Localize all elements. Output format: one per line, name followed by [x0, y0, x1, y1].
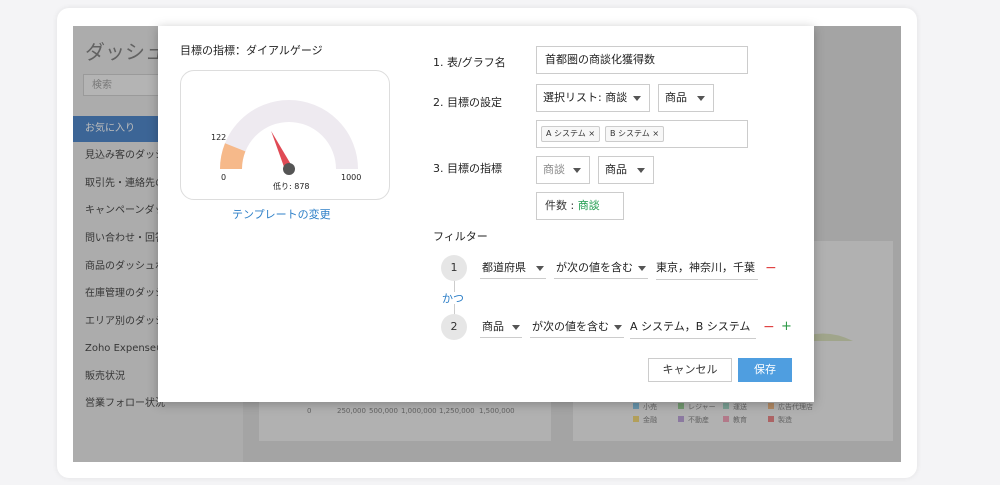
chart-name-input[interactable]: 首都圏の商談化獲得数 — [536, 46, 748, 74]
filter-row-index: 2 — [441, 314, 467, 340]
save-button[interactable]: 保存 — [738, 358, 792, 382]
add-filter-icon[interactable]: + — [781, 320, 792, 334]
gauge-max-label: 1000 — [341, 173, 362, 182]
indicator-label: 3. 目標の指標 — [433, 162, 502, 175]
tag-chip[interactable]: A システム × — [541, 126, 601, 142]
filter-value-input[interactable]: 東京，神奈川，千葉 — [656, 257, 758, 280]
tag-label: B システム — [610, 129, 650, 138]
target-picklist-value: 選択リスト: 商談 — [543, 91, 628, 104]
remove-filter-icon[interactable]: − — [763, 320, 775, 334]
target-field-value: 商品 — [665, 91, 687, 104]
cancel-button[interactable]: キャンセル — [648, 358, 732, 382]
gauge-title: 目標の指標：ダイアルゲージ — [180, 44, 323, 57]
filter-operator-value: が次の値を含む — [532, 320, 609, 333]
indicator-module-dropdown[interactable]: 商談 — [536, 156, 590, 184]
count-value: 商談 — [577, 199, 600, 212]
gauge-hub — [283, 163, 295, 175]
chart-name-label: 1. 表/グラフ名 — [433, 56, 506, 69]
filter-field-dropdown[interactable]: 商品 — [480, 316, 522, 338]
filter-operator-dropdown[interactable]: が次の値を含む — [530, 316, 624, 338]
chevron-down-icon — [638, 266, 646, 271]
filter-operator-value: が次の値を含む — [556, 261, 633, 274]
filter-field-value: 都道府県 — [482, 261, 526, 274]
chevron-down-icon — [573, 168, 581, 173]
remove-filter-icon[interactable]: − — [765, 261, 777, 275]
goal-settings-modal: 目標の指標：ダイアルゲージ 122 0 1000 低り: 878 テンプレートの… — [158, 26, 814, 402]
gauge-preview: 122 0 1000 低り: 878 — [180, 70, 390, 200]
tag-remove-icon[interactable]: × — [588, 129, 595, 138]
filter-field-dropdown[interactable]: 都道府県 — [480, 257, 546, 279]
gauge-track — [220, 100, 358, 170]
tag-label: A システム — [546, 129, 586, 138]
target-tags-input[interactable]: A システム × B システム × — [536, 120, 748, 148]
indicator-field-value: 商品 — [605, 163, 627, 176]
tag-chip[interactable]: B システム × — [605, 126, 665, 142]
change-template-link[interactable]: テンプレートの変更 — [232, 206, 331, 222]
gauge-current-label: 低り: 878 — [273, 182, 310, 191]
tag-remove-icon[interactable]: × — [652, 129, 659, 138]
indicator-field-dropdown[interactable]: 商品 — [598, 156, 654, 184]
filter-operator-dropdown[interactable]: が次の値を含む — [554, 257, 648, 279]
filter-and-connector[interactable]: かつ — [442, 290, 464, 306]
filter-field-value: 商品 — [482, 320, 504, 333]
filter-value-input[interactable]: A システム，B システム — [630, 316, 756, 339]
gauge-min-label: 0 — [221, 173, 227, 182]
count-box: 件数 : 商談 — [536, 192, 624, 220]
chevron-down-icon — [536, 266, 544, 271]
target-picklist-dropdown[interactable]: 選択リスト: 商談 — [536, 84, 650, 112]
indicator-module-value: 商談 — [543, 163, 565, 176]
target-setting-label: 2. 目標の設定 — [433, 96, 502, 109]
chevron-down-icon — [697, 96, 705, 101]
chevron-down-icon — [637, 168, 645, 173]
gauge-fill — [220, 143, 246, 170]
filter-title: フィルター — [433, 230, 488, 243]
filter-row-index: 1 — [441, 255, 467, 281]
chevron-down-icon — [614, 325, 622, 330]
chevron-down-icon — [512, 325, 520, 330]
gauge-target-label: 122 — [211, 133, 227, 142]
count-label: 件数 : — [545, 199, 575, 212]
chevron-down-icon — [633, 96, 641, 101]
target-field-dropdown[interactable]: 商品 — [658, 84, 714, 112]
